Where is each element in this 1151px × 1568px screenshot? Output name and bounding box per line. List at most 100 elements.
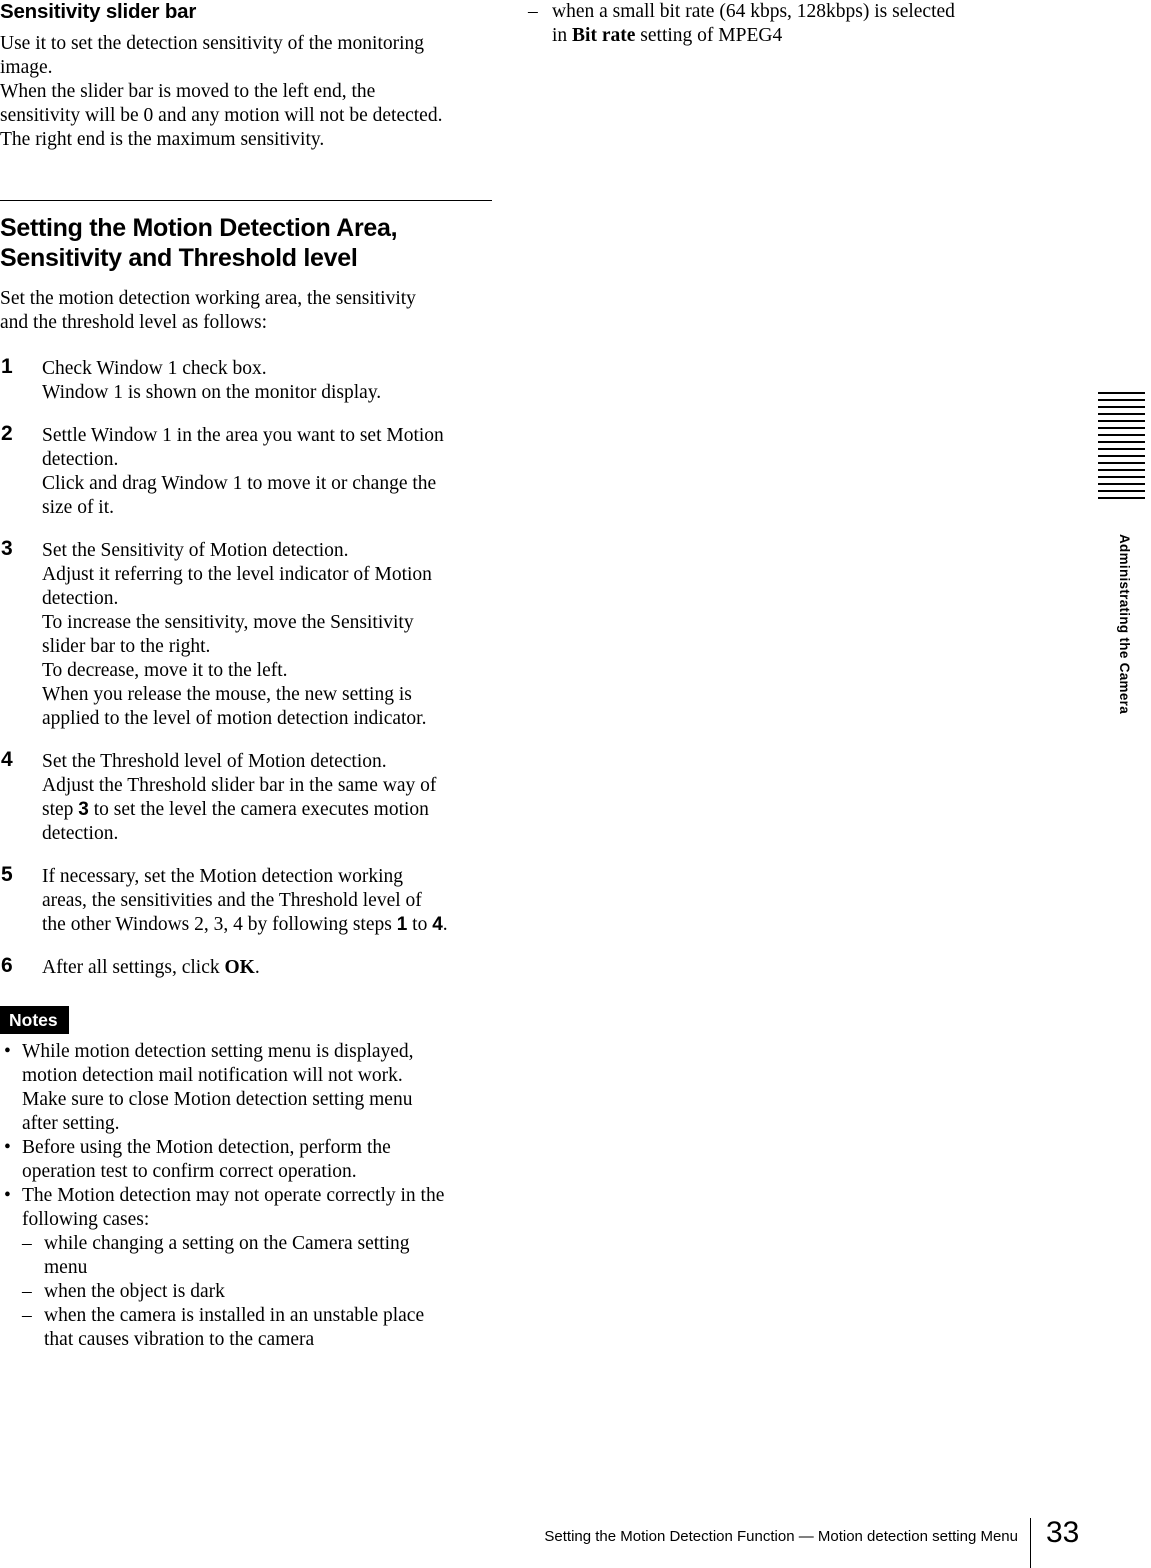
step-number: 2 [1,422,13,445]
document-page: Sensitivity slider bar Use it to set the… [0,0,1151,1568]
note-line: Before using the Motion detection, perfo… [22,1137,391,1158]
bullet-icon: • [4,1137,11,1158]
step-line: Check Window 1 check box. [42,358,267,379]
footer-divider [1030,1518,1032,1568]
step-line: Adjust the Threshold slider bar in the s… [42,775,437,796]
notes-section: Notes • While motion detection setting m… [0,1006,492,1352]
page-title-line-1: Setting the Motion Detection Area, [0,214,398,242]
note-sub-line: when the camera is installed in an unsta… [44,1305,425,1326]
stripe [1098,412,1145,416]
step-body: Set the Sensitivity of Motion detection.… [42,539,492,731]
stripe [1098,496,1145,500]
main-intro-line-1: Set the motion detection working area, t… [0,288,416,309]
step-line: Window 1 is shown on the monitor display… [42,382,382,403]
step-ref-bold: 4 [432,914,443,935]
intro-line-1: Use it to set the detection sensitivity … [0,33,425,54]
step-body: Settle Window 1 in the area you want to … [42,424,492,520]
step-item: 1 Check Window 1 check box. Window 1 is … [0,355,492,405]
step-line: Adjust it referring to the level indicat… [42,564,432,585]
note-line: after setting. [22,1113,120,1134]
step-ref-bold: 1 [396,914,408,935]
stripe [1098,426,1145,430]
step-body: Check Window 1 check box. Window 1 is sh… [42,357,492,405]
page-title-line-2: Sensitivity and Threshold level [0,244,358,272]
step-line-pre: step [42,799,79,820]
dash-icon: – [22,1305,32,1326]
side-tab-stripes [1098,392,1145,505]
stripe [1098,489,1145,493]
notes-list: • While motion detection setting menu is… [0,1040,492,1352]
stripe [1098,468,1145,472]
note-line: following cases: [22,1209,150,1230]
step-number: 4 [1,748,13,771]
step-item: 3 Set the Sensitivity of Motion detectio… [0,537,492,731]
intro-line-3: When the slider bar is moved to the left… [0,81,376,102]
dash-icon: – [528,1,538,22]
step-line-post: . [442,914,448,935]
intro-paragraph: Use it to set the detection sensitivity … [0,32,492,152]
side-tab-label: Administrating the Camera [1117,534,1132,715]
step-line-pre: the other Windows 2, 3, 4 by following s… [42,914,397,935]
note-line: The Motion detection may not operate cor… [22,1185,445,1206]
step-line: slider bar to the right. [42,636,211,657]
stripe [1098,419,1145,423]
note-sub-line: while changing a setting on the Camera s… [44,1233,410,1254]
section-subheading: Sensitivity slider bar [0,0,197,23]
note-sub-item: – when the camera is installed in an uns… [22,1304,492,1352]
procedure-steps-list: 1 Check Window 1 check box. Window 1 is … [0,355,492,980]
note-line: While motion detection setting menu is d… [22,1041,414,1062]
right-column: – when a small bit rate (64 kbps, 128kbp… [528,0,1028,48]
step-line: applied to the level of motion detection… [42,708,427,729]
step-line-post: to set the level the camera executes mot… [88,799,429,820]
step-item: 6 After all settings, click OK. [0,954,492,980]
note-item: • The Motion detection may not operate c… [0,1184,492,1352]
stripe [1098,475,1145,479]
step-line-mid: to [407,914,433,935]
step-line: If necessary, set the Motion detection w… [42,866,404,887]
note-item: • Before using the Motion detection, per… [0,1136,492,1184]
note-sub-line: when the object is dark [44,1281,225,1302]
main-intro-paragraph: Set the motion detection working area, t… [0,287,492,335]
step-line: To decrease, move it to the left. [42,660,288,681]
step-number: 6 [1,954,13,977]
step-line: Click and drag Window 1 to move it or ch… [42,473,437,494]
dash-icon: – [22,1281,32,1302]
step-body: Set the Threshold level of Motion detect… [42,750,492,846]
note-line: Make sure to close Motion detection sett… [22,1089,413,1110]
step-line: detection. [42,823,119,844]
notes-badge: Notes [0,1006,69,1034]
page-number: 33 [1046,1516,1080,1549]
page-footer: Setting the Motion Detection Function — … [0,1510,1151,1568]
stripe [1098,433,1145,437]
step-body: After all settings, click OK. [42,956,492,980]
step-line: Set the Sensitivity of Motion detection. [42,540,349,561]
step-line: detection. [42,588,119,609]
dash-icon: – [22,1233,32,1254]
step-line: Set the Threshold level of Motion detect… [42,751,387,772]
step-line-pre: After all settings, click [42,957,225,978]
bit-rate-reference: Bit rate [572,25,636,46]
continued-note-sub-item: – when a small bit rate (64 kbps, 128kbp… [528,0,1028,48]
step-number: 1 [1,355,13,378]
continued-note-line: in Bit rate setting of MPEG4 [552,25,782,46]
note-sub-line: that causes vibration to the camera [44,1329,315,1350]
stripe [1098,461,1145,465]
ok-button-reference: OK [224,957,255,978]
stripe [1098,405,1145,409]
stripe [1098,482,1145,486]
stripe [1098,398,1145,402]
intro-line-5: The right end is the maximum sensitivity… [0,129,325,150]
page-title: Setting the Motion Detection Area, Sensi… [0,213,492,273]
step-item: 4 Set the Threshold level of Motion dete… [0,748,492,846]
intro-line-2: image. [0,57,53,78]
step-line: Settle Window 1 in the area you want to … [42,425,444,446]
step-line: detection. [42,449,119,470]
footer-breadcrumb: Setting the Motion Detection Function — … [544,1528,1018,1545]
note-sub-item: – while changing a setting on the Camera… [22,1232,492,1280]
section-divider-rule [0,200,492,201]
step-line: After all settings, click OK. [42,956,492,980]
step-line: step 3 to set the level the camera execu… [42,798,492,822]
step-line: To increase the sensitivity, move the Se… [42,612,414,633]
step-line: size of it. [42,497,115,518]
step-line: When you release the mouse, the new sett… [42,684,412,705]
